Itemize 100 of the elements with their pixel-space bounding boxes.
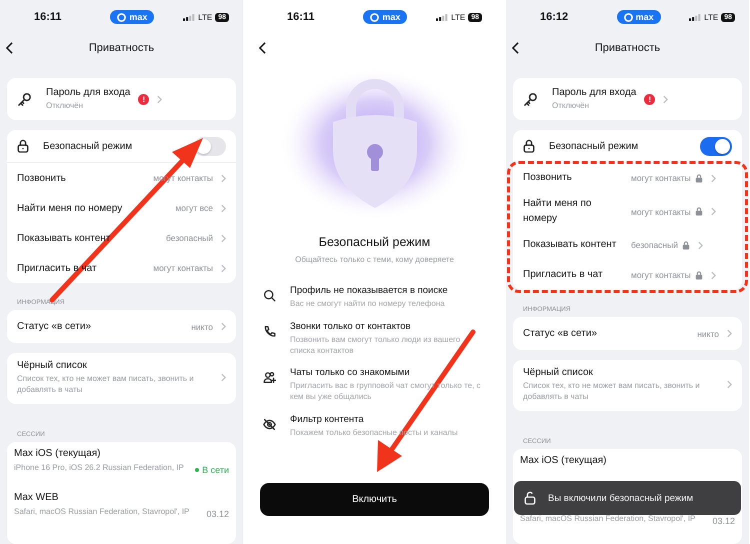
password-row[interactable]: Пароль для входа Отключён ! <box>7 78 236 120</box>
blacklist-row[interactable]: Чёрный список Список тех, кто не может вам писать, звонить и добавлять в чаты <box>513 360 742 411</box>
chevron-icon <box>157 94 162 104</box>
privacy-row[interactable]: Найти меня по номеру могут контакты <box>513 193 742 230</box>
chevron-icon <box>221 174 226 182</box>
chevron-icon <box>221 264 226 272</box>
online-status-row[interactable]: Статус «в сети» никто <box>513 317 742 350</box>
password-row[interactable]: Пароль для входа Отключён ! <box>513 78 742 120</box>
intro-title: Безопасный режим <box>318 235 432 249</box>
privacy-row[interactable]: Найти меня по номеру могут все <box>7 193 236 223</box>
row-value: могут контакты <box>153 263 213 273</box>
row-title: Показывать контент <box>523 238 618 252</box>
row-title: Безопасный режим <box>43 140 134 152</box>
row-value: могут контакты <box>631 206 691 216</box>
network-label: LTE <box>198 12 212 22</box>
back-icon <box>512 42 519 54</box>
unlock-icon <box>524 491 536 505</box>
clock-time: 16:12 <box>540 11 568 23</box>
session-name: Max WEB <box>14 492 60 504</box>
signal-icon <box>436 14 448 20</box>
chevron-icon <box>710 207 716 216</box>
back-icon <box>6 42 13 54</box>
row-description: Список тех, кто не может вам писать, звонить и добавлять в чаты <box>523 381 701 403</box>
phone-icon <box>263 324 276 338</box>
row-subtitle: Отключён <box>552 100 590 112</box>
feature-title: Фильтр контента <box>290 414 365 425</box>
app-badge[interactable]: max <box>363 10 408 24</box>
alert-badge: ! <box>644 94 656 104</box>
session-status: В сети <box>195 464 229 475</box>
search-icon <box>263 289 276 302</box>
feature-title: Звонки только от контактов <box>290 320 412 332</box>
row-subtitle: Отключён <box>46 100 84 112</box>
signal-icon <box>689 14 702 20</box>
people-add-icon <box>263 371 276 384</box>
enable-button[interactable]: Включить <box>260 483 489 516</box>
row-title: Безопасный режим <box>549 140 640 152</box>
chat-bubble-icon <box>117 12 126 22</box>
row-value: никто <box>191 322 213 332</box>
lock-icon <box>523 139 535 153</box>
row-title: Чёрный список <box>17 360 88 371</box>
chevron-icon <box>727 329 732 338</box>
online-status-row[interactable]: Статус «в сети» никто <box>7 310 236 343</box>
row-value: безопасный <box>166 233 213 243</box>
eye-off-icon <box>263 418 276 431</box>
row-title: Пароль для входа <box>552 86 636 98</box>
chevron-icon <box>698 240 703 250</box>
privacy-row[interactable]: Пригласить в чат могут контакты <box>513 260 742 290</box>
row-title: Статус «в сети» <box>17 321 92 332</box>
feature-title: Чаты только со знакомыми <box>290 367 411 378</box>
lock-icon <box>17 139 29 153</box>
row-value: могут контакты <box>631 173 691 183</box>
key-icon <box>17 92 32 106</box>
feature-description: Позвонить вам смогут только люди из вашего списка контактов <box>290 334 462 356</box>
row-title: Пригласить в чат <box>523 268 604 282</box>
row-title: Позвонить <box>523 170 573 185</box>
app-badge[interactable]: max <box>110 10 154 24</box>
session-status: 03.12 <box>206 508 229 519</box>
row-value: могут все <box>175 203 213 213</box>
clock-time: 16:11 <box>34 11 62 23</box>
back-icon <box>259 42 266 54</box>
screen-title: Приватность <box>594 42 662 54</box>
toggle-switch[interactable] <box>700 136 732 156</box>
alert-badge: ! <box>138 94 150 104</box>
privacy-row[interactable]: Показывать контент безопасный <box>513 230 742 260</box>
session-name: Max iOS (текущая) <box>14 448 102 460</box>
clock-time: 16:11 <box>287 11 315 23</box>
chevron-icon <box>710 174 716 182</box>
intro-subtitle: Общайтесь только с теми, кому доверяете <box>294 255 455 264</box>
row-title: Позвонить <box>17 172 67 184</box>
session-details: Safari, macOS Russian Federation, Stavropol', IP <box>520 514 696 524</box>
chevron-icon <box>710 270 716 280</box>
network-label: LTE <box>704 12 718 22</box>
network-label: LTE <box>451 12 466 22</box>
chat-bubble-icon <box>370 12 380 22</box>
chevron-icon <box>221 373 226 382</box>
session-row[interactable]: Max iOS (текущая) iPhone 16 Pro, iOS 26.2 Russian Federation, IP В сети <box>14 448 229 492</box>
blacklist-row[interactable]: Чёрный список Список тех, кто не может вам писать, звонить и добавлять в чаты <box>7 353 236 404</box>
session-status: 03.12 <box>712 516 735 526</box>
key-icon <box>523 92 538 106</box>
row-title: Найти меня по номеру <box>523 197 592 226</box>
session-details: Safari, macOS Russian Federation, Stavropol', IP <box>14 506 190 518</box>
feature-title: Профиль не показывается в поиске <box>290 285 448 296</box>
chevron-icon <box>727 380 732 390</box>
row-description: Список тех, кто не может вам писать, звонить и добавлять в чаты <box>17 374 195 396</box>
feature-description: Вас не смогут найти по номеру телефона <box>290 299 446 310</box>
session-row[interactable]: Max WEB Safari, macOS Russian Federation, Stavropol', IP 03.12 <box>14 492 229 536</box>
chevron-icon <box>221 322 226 331</box>
chevron-icon <box>221 234 226 242</box>
app-badge[interactable]: max <box>616 10 661 24</box>
privacy-row[interactable]: Позвонить могут контакты <box>513 163 742 193</box>
chat-bubble-icon <box>624 12 633 22</box>
row-value: безопасный <box>631 240 678 250</box>
row-value: могут контакты <box>631 270 691 280</box>
row-value: никто <box>697 328 719 338</box>
chevron-icon <box>221 204 226 212</box>
session-details: iPhone 16 Pro, iOS 26.2 Russian Federation, IP <box>14 462 185 474</box>
row-title: Пароль для входа <box>46 86 130 98</box>
chevron-icon <box>663 94 668 104</box>
signal-icon <box>183 14 196 20</box>
row-title: Статус «в сети» <box>523 328 598 339</box>
